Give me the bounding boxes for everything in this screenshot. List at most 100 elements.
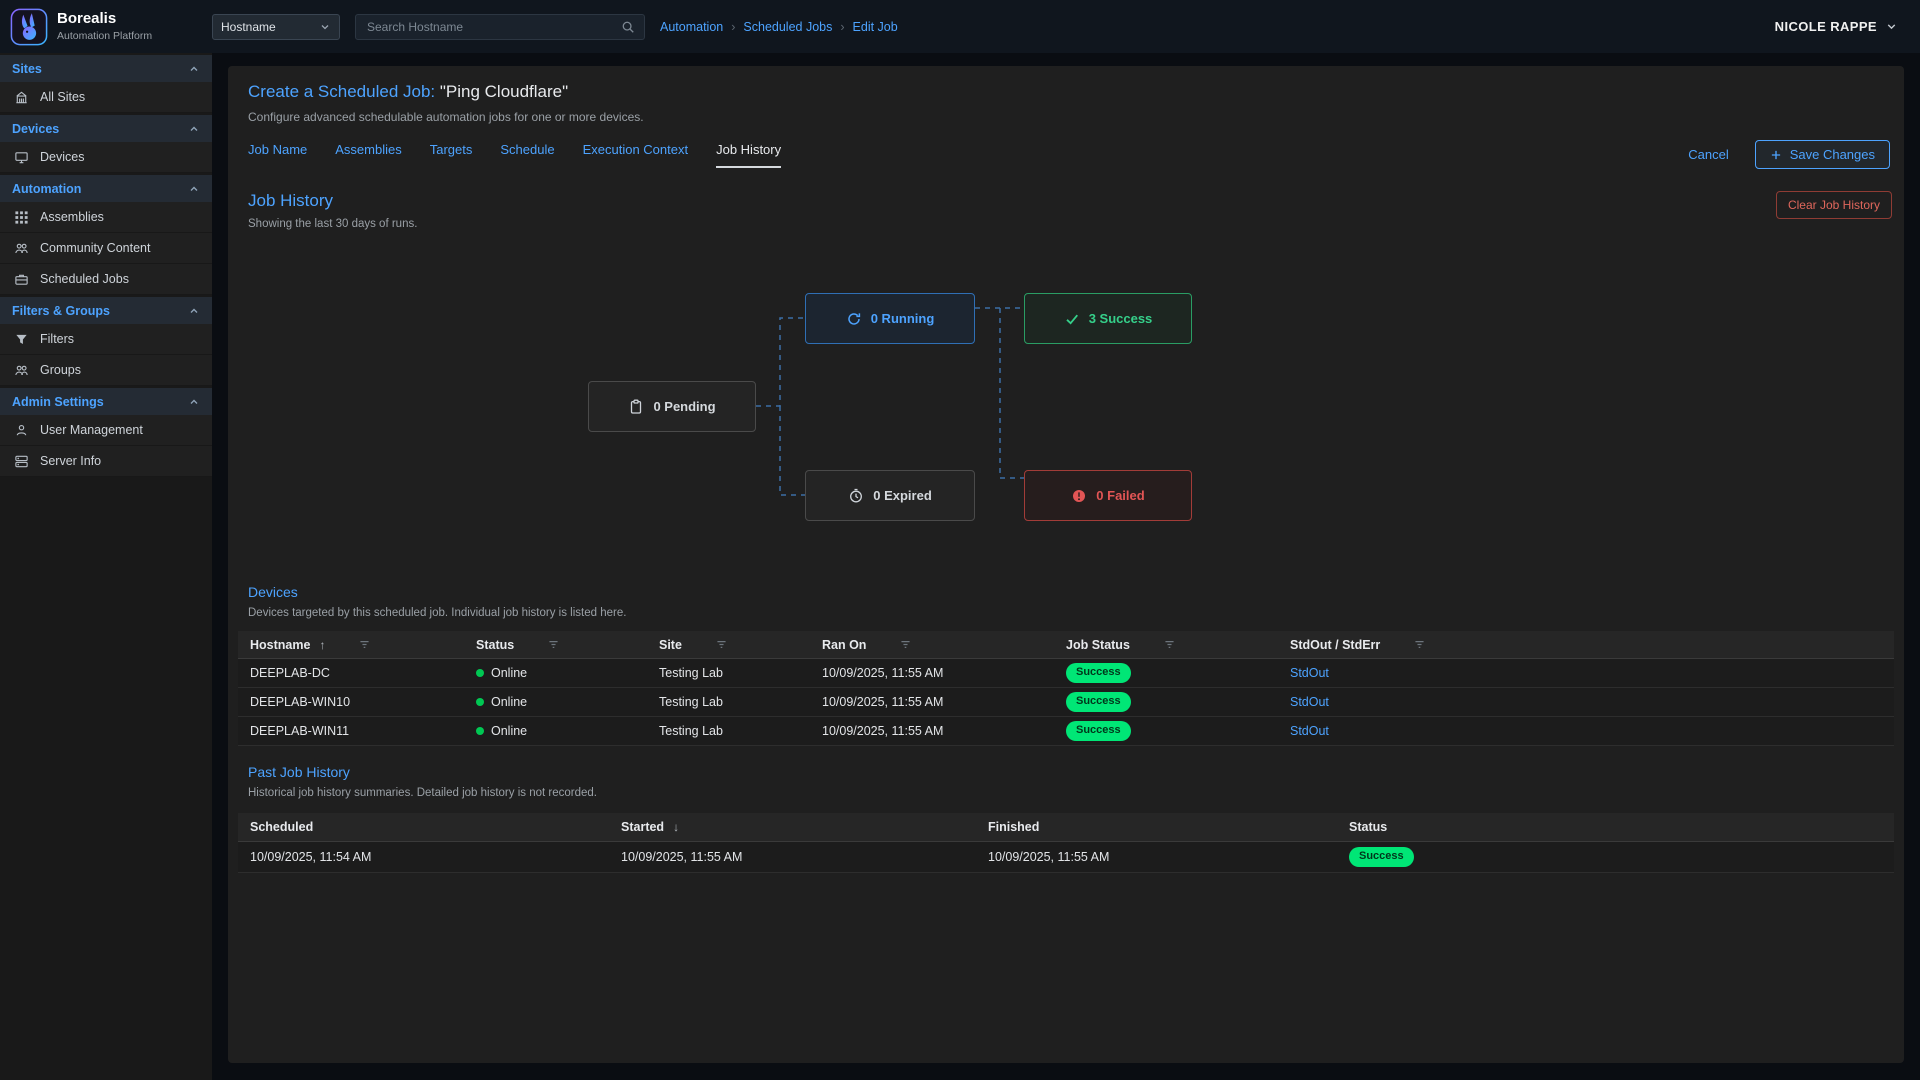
filter-icon[interactable] <box>1163 638 1176 651</box>
search-hostname-box <box>355 14 645 40</box>
table-row[interactable]: DEEPLAB-DC Online Testing Lab 10/09/2025… <box>238 659 1894 688</box>
status-cell: Online <box>464 666 647 680</box>
sidebar-item-label: Devices <box>40 150 84 164</box>
devices-table: Hostname ↑ Status Site Ran On Job <box>238 631 1894 746</box>
sidebar: Sites All Sites Devices Devices Automati… <box>0 53 212 1080</box>
chevron-down-icon <box>319 21 331 33</box>
column-header-finished[interactable]: Finished <box>976 820 1337 834</box>
sidebar-section-admin-settings[interactable]: Admin Settings <box>0 388 212 415</box>
stdout-link[interactable]: StdOut <box>1290 695 1329 709</box>
flow-box-success[interactable]: 3 Success <box>1024 293 1192 344</box>
save-changes-button[interactable]: Save Changes <box>1755 140 1890 169</box>
column-header-site[interactable]: Site <box>647 638 810 652</box>
stdout-link[interactable]: StdOut <box>1290 724 1329 738</box>
sidebar-item-label: Scheduled Jobs <box>40 272 129 286</box>
filter-icon[interactable] <box>1413 638 1426 651</box>
table-row[interactable]: 10/09/2025, 11:54 AM 10/09/2025, 11:55 A… <box>238 842 1894 873</box>
pending-count-label: 0 Pending <box>653 399 715 414</box>
column-header-status[interactable]: Status <box>464 638 647 652</box>
table-row[interactable]: DEEPLAB-WIN10 Online Testing Lab 10/09/2… <box>238 688 1894 717</box>
column-header-ran-on[interactable]: Ran On <box>810 638 1054 652</box>
sidebar-section-automation[interactable]: Automation <box>0 175 212 202</box>
job-status-flow: 0 Pending 0 Running 3 Success 0 Expired <box>238 252 1894 570</box>
site-cell: Testing Lab <box>647 695 810 709</box>
sidebar-item-label: All Sites <box>40 90 85 104</box>
stdout-link[interactable]: StdOut <box>1290 666 1329 680</box>
breadcrumb-separator: › <box>731 20 735 34</box>
error-icon <box>1071 488 1087 504</box>
sidebar-item-all-sites[interactable]: All Sites <box>0 82 212 113</box>
hostname-cell: DEEPLAB-WIN10 <box>238 695 464 709</box>
tab-list: Job Name Assemblies Targets Schedule Exe… <box>238 142 781 168</box>
scheduled-cell: 10/09/2025, 11:54 AM <box>238 850 609 864</box>
hostname-select[interactable]: Hostname <box>212 14 340 40</box>
tab-targets[interactable]: Targets <box>430 142 473 168</box>
column-header-status[interactable]: Status <box>1337 820 1894 834</box>
breadcrumb-scheduled-jobs[interactable]: Scheduled Jobs <box>743 20 832 34</box>
sidebar-item-groups[interactable]: Groups <box>0 355 212 386</box>
job-status-cell: Success <box>1054 692 1278 711</box>
sidebar-section-sites[interactable]: Sites <box>0 55 212 82</box>
chevron-up-icon <box>188 396 200 408</box>
section-label: Sites <box>12 62 42 76</box>
table-row[interactable]: DEEPLAB-WIN11 Online Testing Lab 10/09/2… <box>238 717 1894 746</box>
filter-icon[interactable] <box>358 638 371 651</box>
cancel-button[interactable]: Cancel <box>1682 146 1734 163</box>
sort-asc-icon[interactable]: ↑ <box>319 638 325 652</box>
search-icon[interactable] <box>621 20 635 34</box>
breadcrumb-automation[interactable]: Automation <box>660 20 723 34</box>
sidebar-item-user-management[interactable]: User Management <box>0 415 212 446</box>
clipboard-icon <box>628 399 644 415</box>
filter-icon[interactable] <box>547 638 560 651</box>
tabs-row: Job Name Assemblies Targets Schedule Exe… <box>238 140 1894 169</box>
job-history-subtext: Showing the last 30 days of runs. <box>248 218 417 230</box>
building-icon <box>14 90 29 105</box>
filter-icon[interactable] <box>715 638 728 651</box>
tab-execution-context[interactable]: Execution Context <box>583 142 689 168</box>
sidebar-item-server-info[interactable]: Server Info <box>0 446 212 477</box>
sidebar-section-filters-groups[interactable]: Filters & Groups <box>0 297 212 324</box>
site-cell: Testing Lab <box>647 666 810 680</box>
page-title: Create a Scheduled Job: "Ping Cloudflare… <box>238 82 1894 102</box>
sidebar-item-filters[interactable]: Filters <box>0 324 212 355</box>
breadcrumb: Automation › Scheduled Jobs › Edit Job <box>660 20 898 34</box>
flow-box-failed[interactable]: 0 Failed <box>1024 470 1192 521</box>
flow-box-pending[interactable]: 0 Pending <box>588 381 756 432</box>
sidebar-item-community-content[interactable]: Community Content <box>0 233 212 264</box>
flow-box-running[interactable]: 0 Running <box>805 293 975 344</box>
column-header-scheduled[interactable]: Scheduled <box>238 820 609 834</box>
chevron-up-icon <box>188 183 200 195</box>
sidebar-item-label: Community Content <box>40 241 150 255</box>
sidebar-item-scheduled-jobs[interactable]: Scheduled Jobs <box>0 264 212 295</box>
ran-on-cell: 10/09/2025, 11:55 AM <box>810 666 1054 680</box>
groups-icon <box>14 363 29 378</box>
user-menu[interactable]: NICOLE RAPPE <box>1775 19 1898 34</box>
tab-assemblies[interactable]: Assemblies <box>335 142 401 168</box>
tab-job-history[interactable]: Job History <box>716 142 781 168</box>
sidebar-item-label: Filters <box>40 332 74 346</box>
clear-job-history-button[interactable]: Clear Job History <box>1776 191 1892 219</box>
flow-box-expired[interactable]: 0 Expired <box>805 470 975 521</box>
tab-schedule[interactable]: Schedule <box>500 142 554 168</box>
column-header-job-status[interactable]: Job Status <box>1054 638 1278 652</box>
hostname-select-value: Hostname <box>221 20 276 34</box>
save-changes-label: Save Changes <box>1790 147 1875 162</box>
brand-name: Borealis <box>57 11 152 28</box>
tab-job-name[interactable]: Job Name <box>248 142 307 168</box>
sidebar-item-assemblies[interactable]: Assemblies <box>0 202 212 233</box>
search-input[interactable] <box>365 19 621 35</box>
sidebar-section-devices[interactable]: Devices <box>0 115 212 142</box>
filter-icon[interactable] <box>899 638 912 651</box>
funnel-icon <box>14 332 29 347</box>
column-header-stdout[interactable]: StdOut / StdErr <box>1278 638 1894 652</box>
borealis-logo-icon <box>10 8 48 46</box>
sort-desc-icon[interactable]: ↓ <box>673 820 679 834</box>
grid-icon <box>14 210 29 225</box>
column-header-hostname[interactable]: Hostname ↑ <box>238 638 464 652</box>
column-header-started[interactable]: Started ↓ <box>609 820 976 834</box>
past-job-history-heading: Past Job History <box>238 764 1894 780</box>
breadcrumb-edit-job[interactable]: Edit Job <box>853 20 898 34</box>
sidebar-item-devices[interactable]: Devices <box>0 142 212 173</box>
user-name: NICOLE RAPPE <box>1775 19 1877 34</box>
section-label: Admin Settings <box>12 395 104 409</box>
